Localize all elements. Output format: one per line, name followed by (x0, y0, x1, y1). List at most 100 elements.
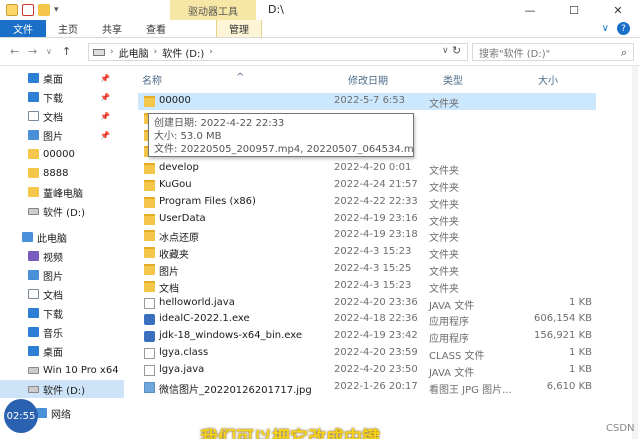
nav-item-drive-d[interactable]: 软件 (D:) (0, 380, 124, 398)
column-header-name[interactable]: 名称 (142, 72, 162, 87)
picture-icon (28, 130, 39, 140)
close-button[interactable]: ✕ (596, 0, 640, 20)
file-row[interactable]: Program Files (x86) 2022-4-22 22:33 文件夹 (138, 194, 596, 211)
file-name: jdk-18_windows-x64_bin.exe (159, 330, 303, 342)
picture-icon (28, 270, 39, 280)
column-header-type[interactable]: 类型 (443, 72, 463, 87)
search-icon[interactable]: ⌕ (621, 46, 627, 60)
file-name: UserData (159, 212, 206, 224)
tab-home[interactable]: 主页 (46, 20, 90, 37)
file-row[interactable]: lgya.class 2022-4-20 23:59 CLASS 文件 1 KB (138, 345, 596, 362)
file-row[interactable]: jdk-18_windows-x64_bin.exe 2022-4-19 23:4… (138, 328, 596, 345)
nav-item-label: 视频 (43, 252, 63, 264)
column-header-size[interactable]: 大小 (538, 72, 558, 87)
drive-icon (28, 207, 39, 215)
file-row[interactable]: 微信图片_20220126201717.jpg 2022-1-26 20:17 看图… (138, 379, 596, 396)
tooltip-created: 创建日期: 2022-4-22 22:33 (154, 118, 285, 129)
file-row[interactable]: 图片 2022-4-3 15:25 文件夹 (138, 261, 596, 278)
file-type: 文件夹 (429, 216, 459, 228)
file-row[interactable]: idealC-2022.1.exe 2022-4-18 22:36 应用程序 606,… (138, 311, 596, 328)
nav-item-00000[interactable]: 00000 (0, 145, 124, 163)
file-type: 应用程序 (429, 317, 469, 329)
column-header-date[interactable]: 修改日期 (348, 72, 388, 87)
file-size: 1 KB (569, 347, 592, 358)
file-type: 文件夹 (429, 267, 459, 278)
nav-item-documents[interactable]: 文档 📌 (0, 107, 124, 125)
nav-item-drive-d-quick[interactable]: 软件 (D:) (0, 202, 124, 220)
new-folder-icon[interactable] (38, 4, 50, 16)
column-headers: ^ 名称 修改日期 类型 大小 (124, 66, 640, 88)
file-row[interactable]: lgya.java 2022-4-20 23:50 JAVA 文件 1 KB (138, 362, 596, 379)
file-name: lgya.java (159, 363, 205, 375)
recent-locations-button[interactable]: ∨ (46, 47, 52, 56)
nav-item-downloads[interactable]: 下载 📌 (0, 88, 124, 106)
file-row[interactable]: KuGou 2022-4-24 21:57 文件夹 (138, 177, 596, 194)
vertical-scrollbar[interactable] (632, 66, 638, 439)
maximize-button[interactable]: ☐ (552, 0, 596, 20)
help-icon[interactable]: ? (617, 22, 630, 35)
file-row[interactable]: UserData 2022-4-19 23:16 文件夹 (138, 211, 596, 228)
nav-item-pictures[interactable]: 图片 📌 (0, 126, 124, 144)
file-row[interactable]: 冰点还原 2022-4-19 23:18 文件夹 (138, 227, 596, 244)
nav-item-documents-pc[interactable]: 文档 (0, 285, 124, 303)
minimize-button[interactable]: — (508, 0, 552, 20)
explorer-icon (6, 4, 18, 16)
ribbon-expand-icon[interactable]: ∨ (602, 23, 609, 34)
drive-icon (28, 366, 39, 374)
nav-item-pictures-pc[interactable]: 图片 (0, 266, 124, 284)
nav-item-this-pc[interactable]: 此电脑 (0, 228, 124, 246)
folder-icon (28, 187, 39, 197)
window-title: D:\ (268, 3, 284, 16)
nav-item-videos[interactable]: 视频 (0, 247, 124, 265)
nav-item-desktop[interactable]: 桌面 📌 (0, 69, 124, 87)
address-row: ← → ∨ ↑ › 此电脑 › 软件 (D:) › ∨ ↻ 搜索"软件 (D:)… (0, 38, 640, 66)
file-name: 冰点还原 (159, 233, 199, 245)
file-row[interactable]: 文档 2022-4-3 15:23 文件夹 (138, 278, 596, 295)
nav-item-downloads-pc[interactable]: 下载 (0, 304, 124, 322)
nav-item-drive-c[interactable]: Win 10 Pro x64 (0, 361, 124, 379)
tab-file[interactable]: 文件 (0, 20, 46, 37)
breadcrumb-separator: › (110, 47, 114, 57)
file-modified-date: 2022-4-19 23:18 (334, 229, 418, 241)
tab-share[interactable]: 共享 (90, 20, 134, 37)
folder-icon (144, 213, 155, 225)
tab-view[interactable]: 查看 (134, 20, 178, 37)
refresh-button[interactable]: ↻ (452, 44, 461, 57)
nav-item-desktop-pc[interactable]: 桌面 (0, 342, 124, 360)
quick-access-dropdown-icon[interactable]: ▾ (54, 5, 59, 15)
folder-icon (28, 168, 39, 178)
file-size: 6,610 KB (546, 380, 592, 392)
file-icon (144, 297, 155, 309)
address-bar[interactable]: › 此电脑 › 软件 (D:) › (88, 43, 468, 61)
nav-item-8888[interactable]: 8888 (0, 164, 124, 182)
forward-button[interactable]: → (28, 45, 37, 58)
file-modified-date: 2022-1-26 20:17 (334, 380, 418, 392)
file-row[interactable]: 收藏夹 2022-4-3 15:23 文件夹 (138, 244, 596, 261)
search-box[interactable]: 搜索"软件 (D:)" ⌕ (472, 43, 634, 61)
file-modified-date: 2022-4-22 22:33 (334, 195, 418, 207)
file-row[interactable]: 00000 2022-5-7 6:53 文件夹 (138, 93, 596, 110)
nav-item-folder[interactable]: 蕫峰电脑 (0, 183, 124, 201)
title-bar: ▾ 驱动器工具 D:\ — ☐ ✕ (0, 0, 640, 20)
folder-icon (144, 264, 155, 275)
nav-item-music[interactable]: 音乐 (0, 323, 124, 341)
file-name: idealC-2022.1.exe (159, 313, 250, 325)
nav-item-label: 文档 (43, 290, 63, 302)
folder-icon (144, 180, 155, 191)
tab-manage[interactable]: 管理 (216, 20, 262, 37)
address-dropdown-button[interactable]: ∨ (442, 46, 449, 56)
pin-icon: 📌 (100, 73, 110, 83)
properties-icon[interactable] (22, 4, 34, 16)
desktop-icon (28, 73, 39, 83)
nav-item-label: 下载 (43, 93, 63, 105)
file-row[interactable]: develop 2022-4-20 0:01 文件夹 (138, 160, 596, 177)
file-name: 收藏夹 (159, 250, 189, 262)
application-icon (144, 314, 155, 326)
up-button[interactable]: ↑ (62, 45, 71, 58)
breadcrumb-this-pc[interactable]: 此电脑 (119, 45, 149, 60)
file-row[interactable]: helloworld.java 2022-4-20 23:36 JAVA 文件 1 K… (138, 295, 596, 312)
breadcrumb-drive-d[interactable]: 软件 (D:) (162, 45, 204, 60)
back-button[interactable]: ← (10, 45, 19, 58)
file-modified-date: 2022-4-18 22:36 (334, 313, 418, 325)
quick-access-toolbar: ▾ (0, 0, 59, 20)
